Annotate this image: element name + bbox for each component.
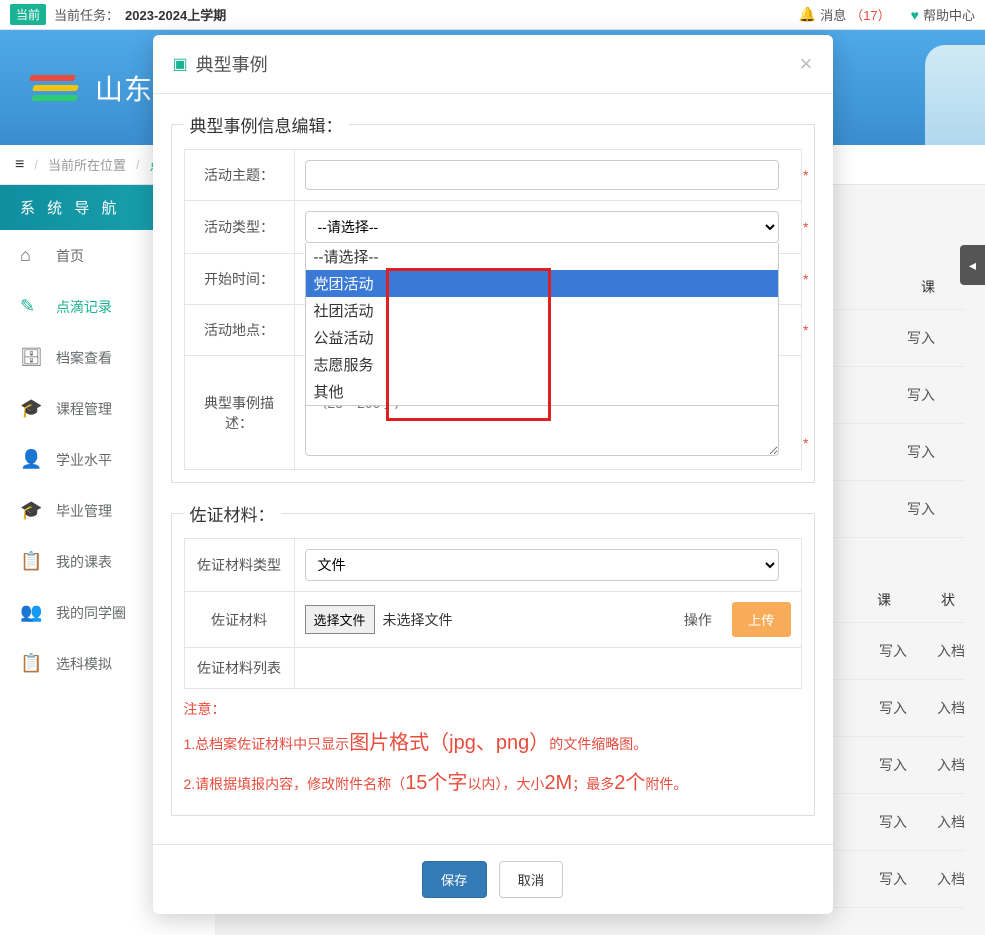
type-option[interactable]: 党团活动 [306,270,778,297]
label-type: 活动类型： [184,201,294,254]
label-start: 开始时间： [184,254,294,305]
label-mat-list: 佐证材料列表 [184,648,294,689]
modal-header: ▣ 典型事例 × [153,35,833,94]
modal: ▣ 典型事例 × 典型事例信息编辑： 活动主题： * 活动类型： [153,35,833,914]
modal-footer: 保存 取消 [153,844,833,914]
upload-button[interactable]: 上传 [732,602,791,637]
save-button[interactable]: 保存 [422,861,487,898]
cancel-button[interactable]: 取消 [499,861,564,898]
book-icon: ▣ [173,54,188,74]
section-material: 佐证材料： 佐证材料类型 文件 佐证材料 [171,501,815,816]
modal-overlay: ▣ 典型事例 × 典型事例信息编辑： 活动主题： * 活动类型： [0,30,985,935]
messages-link[interactable]: 🔔 消息 （17） [799,5,891,24]
choose-file-button[interactable]: 选择文件 [305,605,375,634]
modal-title: 典型事例 [196,51,268,77]
heart-icon: ♥ [911,7,919,23]
type-option[interactable]: 志愿服务 [306,351,778,378]
bell-icon: 🔔 [799,6,816,23]
type-dropdown: --请选择-- 党团活动 社团活动 公益活动 志愿服务 其他 [305,243,779,406]
file-status: 未选择文件 [383,610,453,630]
section-edit: 典型事例信息编辑： 活动主题： * 活动类型： [171,112,815,483]
help-label: 帮助中心 [923,5,975,24]
notice-title: 注意： [184,695,802,723]
notice: 注意： 1.总档案佐证材料中只显示图片格式（jpg、png）的文件缩略图。 2.… [184,695,802,803]
close-icon[interactable]: × [800,51,813,77]
msg-label: 消息 [820,5,846,24]
section-material-title: 佐证材料： [184,501,281,526]
help-link[interactable]: ♥ 帮助中心 [911,5,975,24]
topbar: 当前 当前任务： 2023-2024上学期 🔔 消息 （17） ♥ 帮助中心 [0,0,985,30]
label-place: 活动地点： [184,305,294,356]
type-option[interactable]: 公益活动 [306,324,778,351]
section-edit-title: 典型事例信息编辑： [184,112,349,137]
task-value: 2023-2024上学期 [125,5,226,24]
topic-input[interactable] [305,160,779,190]
label-mat: 佐证材料 [184,592,294,648]
task-label: 当前任务： [54,5,119,24]
mat-type-select[interactable]: 文件 [305,549,779,581]
type-select[interactable]: --请选择-- [305,211,779,243]
label-topic: 活动主题： [184,150,294,201]
operate-label: 操作 [684,610,712,630]
label-desc: 典型事例描述： [184,356,294,470]
msg-count: （17） [850,5,890,24]
type-option[interactable]: 社团活动 [306,297,778,324]
type-option[interactable]: --请选择-- [306,243,778,270]
label-mat-type: 佐证材料类型 [184,539,294,592]
mat-list-cell [294,648,801,689]
type-option[interactable]: 其他 [306,378,778,405]
current-badge: 当前 [10,4,46,25]
